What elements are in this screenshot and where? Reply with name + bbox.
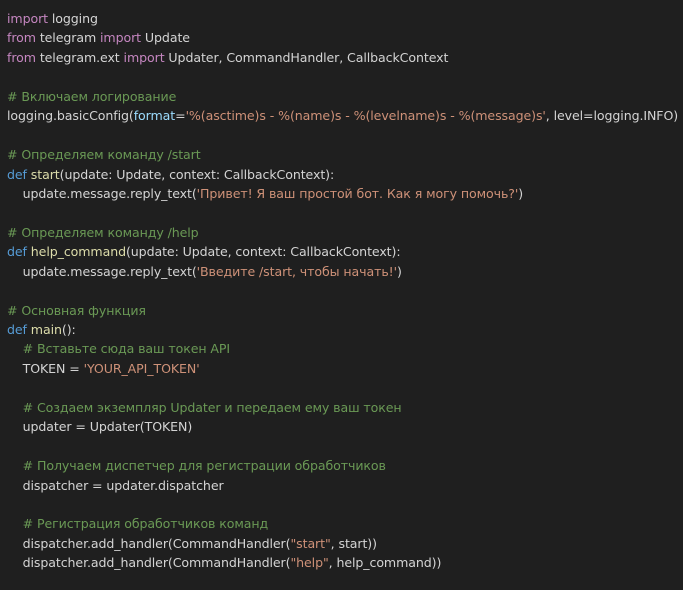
- code-token: '%(asctime)s - %(name)s - %(levelname)s …: [185, 108, 546, 124]
- code-token: # Регистрация обработчиков команд: [22, 516, 269, 532]
- code-line[interactable]: logging.basicConfig(format='%(asctime)s …: [7, 106, 683, 125]
- code-token: telegram.ext: [35, 49, 124, 65]
- code-token: dispatcher = updater.dispatcher: [7, 477, 224, 493]
- code-token: def: [7, 166, 27, 182]
- code-token: help_command: [30, 244, 126, 260]
- code-token: ():: [61, 322, 76, 337]
- code-line[interactable]: update.message.reply_text('Привет! Я ваш…: [7, 184, 683, 203]
- code-line[interactable]: TOKEN = 'YOUR_API_TOKEN': [7, 359, 683, 378]
- code-token: import: [123, 49, 165, 65]
- code-line[interactable]: def main():: [7, 320, 683, 339]
- code-token: # Определяем команду /help: [7, 224, 199, 240]
- code-token: import: [100, 30, 142, 46]
- code-token: main: [30, 322, 62, 337]
- code-line[interactable]: [7, 281, 683, 300]
- code-token: def: [7, 244, 27, 260]
- code-token: dispatcher.add_handler(CommandHandler(: [7, 535, 291, 551]
- code-token: , start)): [330, 535, 377, 551]
- code-line[interactable]: # Определяем команду /help: [7, 223, 683, 242]
- code-token: 'Введите /start, чтобы начать!': [196, 263, 397, 279]
- code-token: update.message.reply_text(: [7, 263, 197, 279]
- code-line[interactable]: dispatcher.add_handler(CommandHandler("s…: [7, 534, 683, 553]
- code-token: # Создаем экземпляр Updater и передаем е…: [22, 399, 402, 415]
- code-line[interactable]: # Регистрация обработчиков команд: [7, 514, 683, 533]
- code-token: ): [518, 185, 524, 201]
- code-token: ): [396, 263, 402, 279]
- code-line[interactable]: # Вставьте сюда ваш токен API: [7, 339, 683, 358]
- code-token: # Определяем команду /start: [7, 147, 201, 163]
- code-token: # Вставьте сюда ваш токен API: [22, 341, 231, 357]
- code-token: import: [7, 11, 48, 26]
- code-token: , level=logging.INFO): [545, 108, 679, 124]
- code-line[interactable]: # Основная функция: [7, 301, 683, 320]
- code-token: dispatcher.add_handler(CommandHandler(: [7, 555, 291, 571]
- code-token: # Основная функция: [7, 302, 146, 318]
- code-token: from: [7, 30, 36, 46]
- code-line[interactable]: # Определяем команду /start: [7, 145, 683, 164]
- code-token: 'YOUR_API_TOKEN': [83, 360, 200, 376]
- code-line[interactable]: [7, 378, 683, 397]
- code-token: format: [133, 108, 176, 124]
- code-line[interactable]: [7, 67, 683, 86]
- code-token: (update: Update, context: CallbackContex…: [125, 244, 401, 260]
- code-line[interactable]: updater = Updater(TOKEN): [7, 417, 683, 436]
- code-token: # Включаем логирование: [7, 88, 177, 104]
- code-line[interactable]: dispatcher = updater.dispatcher: [7, 476, 683, 495]
- code-line[interactable]: from telegram import Update: [7, 28, 683, 47]
- code-line[interactable]: # Получаем диспетчер для регистрации обр…: [7, 456, 683, 475]
- code-token: update.message.reply_text(: [7, 185, 197, 201]
- code-line[interactable]: [7, 437, 683, 456]
- code-line[interactable]: import logging: [7, 9, 683, 28]
- code-token: logging: [47, 11, 98, 26]
- code-line[interactable]: [7, 126, 683, 145]
- code-token: # Получаем диспетчер для регистрации обр…: [22, 458, 386, 474]
- code-token: 'Привет! Я ваш простой бот. Как я могу п…: [196, 185, 519, 201]
- code-token: TOKEN =: [7, 360, 84, 376]
- code-line[interactable]: [7, 203, 683, 222]
- code-token: , help_command)): [328, 555, 442, 571]
- code-token: telegram: [35, 30, 101, 46]
- code-line[interactable]: # Включаем логирование: [7, 87, 683, 106]
- code-line[interactable]: from telegram.ext import Updater, Comman…: [7, 48, 683, 67]
- code-token: updater = Updater(TOKEN): [7, 419, 193, 435]
- code-token: =: [175, 108, 186, 124]
- code-token: start: [30, 166, 60, 182]
- code-line[interactable]: # Создаем экземпляр Updater и передаем е…: [7, 398, 683, 417]
- code-line[interactable]: def help_command(update: Update, context…: [7, 242, 683, 261]
- code-line[interactable]: dispatcher.add_handler(CommandHandler("h…: [7, 553, 683, 572]
- code-token: Updater, CommandHandler, CallbackContext: [164, 49, 449, 65]
- code-editor[interactable]: import logging from telegram import Updat…: [0, 0, 683, 590]
- code-token: from: [7, 49, 36, 65]
- code-token: logging.basicConfig(: [7, 108, 134, 124]
- code-token: (update: Update, context: CallbackContex…: [59, 166, 335, 182]
- code-line[interactable]: def start(update: Update, context: Callb…: [7, 165, 683, 184]
- code-token: Update: [141, 30, 190, 46]
- code-line[interactable]: [7, 495, 683, 514]
- code-token: def: [7, 322, 27, 337]
- code-token: "help": [290, 555, 329, 571]
- code-token: "start": [290, 535, 331, 551]
- code-line[interactable]: update.message.reply_text('Введите /star…: [7, 262, 683, 281]
